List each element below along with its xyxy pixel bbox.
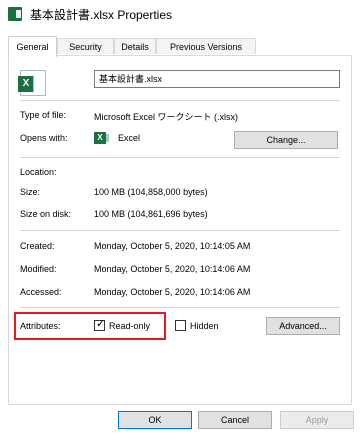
excel-icon xyxy=(8,7,22,21)
tab-previous-versions[interactable]: Previous Versions xyxy=(156,38,256,54)
checkmark-icon: ✓ xyxy=(96,318,106,330)
opens-value: Excel xyxy=(118,133,141,143)
excel-app-icon: X xyxy=(94,132,109,144)
type-label: Type of file: xyxy=(20,110,67,120)
size-value: 100 MB (104,858,000 bytes) xyxy=(94,187,208,197)
hidden-checkbox[interactable] xyxy=(175,320,186,331)
file-name-input[interactable]: 基本設計書.xlsx xyxy=(94,70,340,88)
advanced-button[interactable]: Advanced... xyxy=(266,317,340,335)
size-on-disk-label: Size on disk: xyxy=(20,209,72,219)
hidden-label: Hidden xyxy=(190,321,219,331)
cancel-button[interactable]: Cancel xyxy=(198,411,272,429)
size-on-disk-value: 100 MB (104,861,696 bytes) xyxy=(94,209,208,219)
change-button[interactable]: Change... xyxy=(234,131,338,149)
tab-security[interactable]: Security xyxy=(57,38,114,54)
tab-details[interactable]: Details xyxy=(114,38,156,54)
divider xyxy=(20,100,340,101)
created-label: Created: xyxy=(20,241,55,251)
tab-general[interactable]: General xyxy=(8,36,57,57)
window-title: 基本設計書.xlsx Properties xyxy=(30,8,173,22)
created-value: Monday, October 5, 2020, 10:14:05 AM xyxy=(94,241,251,251)
read-only-checkbox[interactable]: ✓ xyxy=(94,318,106,331)
divider xyxy=(20,307,340,308)
opens-label: Opens with: xyxy=(20,133,68,143)
location-label: Location: xyxy=(20,167,57,177)
divider xyxy=(20,230,340,231)
apply-button[interactable]: Apply xyxy=(280,411,354,429)
type-value: Microsoft Excel ワークシート (.xlsx) xyxy=(94,112,239,122)
modified-value: Monday, October 5, 2020, 10:14:06 AM xyxy=(94,264,251,274)
accessed-value: Monday, October 5, 2020, 10:14:06 AM xyxy=(94,287,251,297)
read-only-label: Read-only xyxy=(109,321,151,331)
excel-file-icon: X xyxy=(18,70,46,96)
title-bar: 基本設計書.xlsx Properties xyxy=(0,0,360,30)
modified-label: Modified: xyxy=(20,264,57,274)
attributes-label: Attributes: xyxy=(20,321,61,331)
ok-button[interactable]: OK xyxy=(118,411,192,429)
divider xyxy=(20,157,340,158)
size-label: Size: xyxy=(20,187,41,197)
accessed-label: Accessed: xyxy=(20,287,62,297)
